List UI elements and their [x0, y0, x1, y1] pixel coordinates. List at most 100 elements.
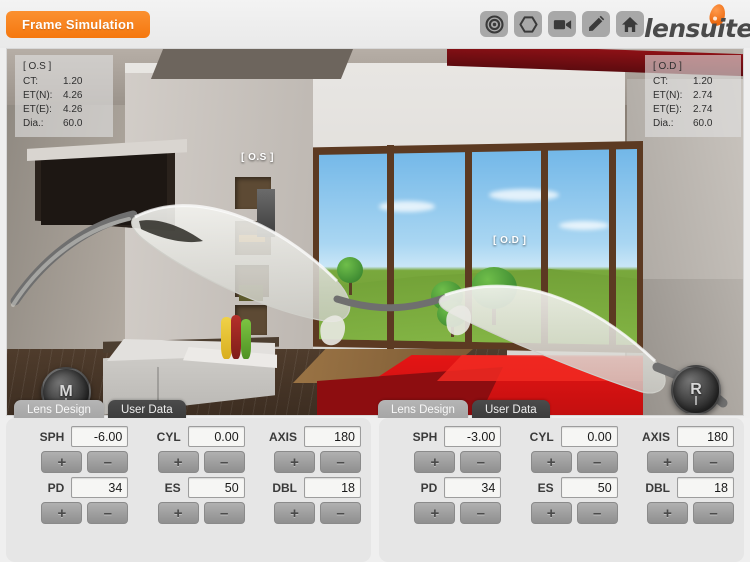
hud-left-title: [ O.S ] — [23, 61, 52, 72]
brand-logo: lensuite — [644, 2, 750, 46]
hud-key: CT: — [23, 76, 38, 87]
field-value-sph-left[interactable]: -6.00 — [71, 426, 129, 447]
pd-left-decrement-button[interactable]: – — [87, 502, 129, 524]
field-label: PD — [420, 480, 438, 495]
hud-value: 1.20 — [63, 76, 83, 87]
scene-window-mullion — [609, 145, 616, 349]
sph-left-decrement-button[interactable]: – — [87, 451, 129, 473]
axis-left-decrement-button[interactable]: – — [319, 451, 361, 473]
sph-right-decrement-button[interactable]: – — [460, 451, 502, 473]
hud-left-row: ET(N): 4.26 — [23, 89, 105, 103]
hud-left-row: ET(E): 4.26 — [23, 103, 105, 117]
tab-left-lens-design[interactable]: Lens Design — [14, 400, 104, 420]
hud-value: 1.20 — [693, 76, 713, 87]
field-value-axis-left[interactable]: 180 — [303, 426, 361, 447]
hud-value: 2.74 — [693, 90, 713, 101]
video-camera-icon — [553, 19, 571, 29]
es-left-decrement-button[interactable]: – — [203, 502, 245, 524]
dbl-right-decrement-button[interactable]: – — [692, 502, 734, 524]
field-pd-left: PD 34 + – — [14, 477, 130, 525]
knob-right-reading[interactable]: R — [671, 365, 721, 415]
es-right-decrement-button[interactable]: – — [576, 502, 618, 524]
tab-right-user-data[interactable]: User Data — [471, 400, 550, 420]
field-value-pd-left[interactable]: 34 — [71, 477, 129, 498]
field-value-axis-right[interactable]: 180 — [676, 426, 734, 447]
field-sph-left: SPH -6.00 + – — [14, 426, 130, 474]
field-label: AXIS — [641, 429, 670, 444]
field-value-cyl-right[interactable]: 0.00 — [560, 426, 618, 447]
app-root: Frame Simulation lensuite [O.S] CT: 1.… — [0, 0, 750, 562]
field-value-dbl-left[interactable]: 18 — [303, 477, 361, 498]
hud-right-row: ET(N): 2.74 — [653, 89, 733, 103]
hud-value: 60.0 — [693, 118, 713, 129]
axis-right-increment-button[interactable]: + — [646, 451, 688, 473]
tabs-left: Lens Design User Data — [14, 400, 186, 420]
panel-left-row-2: PD 34 + – ES 50 + – DBL 18 + – — [14, 477, 363, 525]
field-pd-right: PD 34 + – — [387, 477, 503, 525]
panel-left-row-1: SPH -6.00 + – CYL 0.00 + – AXIS 180 + – — [14, 426, 363, 474]
cyl-left-decrement-button[interactable]: – — [203, 451, 245, 473]
field-es-left: ES 50 + – — [130, 477, 246, 525]
field-value-pd-right[interactable]: 34 — [444, 477, 502, 498]
field-es-right: ES 50 + – — [503, 477, 619, 525]
hud-key: ET(E): — [23, 104, 52, 115]
field-axis-left: AXIS 180 + – — [247, 426, 363, 474]
hud-value: 4.26 — [63, 104, 83, 115]
field-value-es-left[interactable]: 50 — [187, 477, 245, 498]
field-value-es-right[interactable]: 50 — [560, 477, 618, 498]
axis-right-decrement-button[interactable]: – — [692, 451, 734, 473]
dbl-right-increment-button[interactable]: + — [646, 502, 688, 524]
pencil-icon — [589, 15, 605, 31]
target-icon-button[interactable] — [480, 11, 508, 37]
field-label: DBL — [645, 480, 670, 495]
scene-window-view — [319, 149, 637, 345]
tab-left-user-data[interactable]: User Data — [107, 400, 186, 420]
panel-right-eye: SPH -3.00 + – CYL 0.00 + – AXIS 180 + – PD 34 +… — [379, 418, 744, 562]
scene-vase — [241, 319, 251, 359]
field-label: SPH — [412, 429, 438, 444]
scene-ceiling-beam — [150, 49, 354, 79]
field-value-dbl-right[interactable]: 18 — [676, 477, 734, 498]
field-cyl-left: CYL 0.00 + – — [130, 426, 246, 474]
scene-window-mullion — [541, 145, 548, 349]
hud-right-title: [ O.D ] — [653, 61, 682, 72]
scene-wall-picture — [257, 189, 275, 237]
field-cyl-right: CYL 0.00 + – — [503, 426, 619, 474]
frame-simulation-viewport[interactable]: [ O.S ] CT: 1.20 ET(N): 4.26 ET(E): 4.26 Di… — [6, 48, 744, 416]
brand-name: lensuite — [644, 14, 750, 43]
dbl-left-increment-button[interactable]: + — [273, 502, 315, 524]
hud-key: ET(E): — [653, 104, 682, 115]
axis-left-increment-button[interactable]: + — [273, 451, 315, 473]
hud-key: Dia.: — [23, 118, 44, 129]
dbl-left-decrement-button[interactable]: – — [319, 502, 361, 524]
field-label: SPH — [39, 429, 65, 444]
field-label: ES — [164, 480, 181, 495]
tabs-right: Lens Design User Data — [378, 400, 550, 420]
cyl-left-increment-button[interactable]: + — [157, 451, 199, 473]
sph-left-increment-button[interactable]: + — [41, 451, 83, 473]
es-left-increment-button[interactable]: + — [157, 502, 199, 524]
pencil-icon-button[interactable] — [582, 11, 610, 37]
parameter-panels: SPH -6.00 + – CYL 0.00 + – AXIS 180 + – PD 34 +… — [0, 418, 750, 562]
cyl-right-increment-button[interactable]: + — [530, 451, 572, 473]
tab-right-lens-design[interactable]: Lens Design — [378, 400, 468, 420]
hud-left-row: CT: 1.20 — [23, 75, 105, 89]
field-value-cyl-left[interactable]: 0.00 — [187, 426, 245, 447]
cyl-right-decrement-button[interactable]: – — [576, 451, 618, 473]
pd-right-increment-button[interactable]: + — [414, 502, 456, 524]
video-camera-icon-button[interactable] — [548, 11, 576, 37]
home-icon-button[interactable] — [616, 11, 644, 37]
hud-right-row: Dia.: 60.0 — [653, 117, 733, 131]
frame-simulation-button[interactable]: Frame Simulation — [6, 10, 151, 38]
pd-left-increment-button[interactable]: + — [41, 502, 83, 524]
hexagon-icon-button[interactable] — [514, 11, 542, 37]
hud-key: ET(N): — [653, 90, 683, 101]
hexagon-icon — [518, 15, 538, 33]
sph-right-increment-button[interactable]: + — [414, 451, 456, 473]
field-label: PD — [47, 480, 65, 495]
field-value-sph-right[interactable]: -3.00 — [444, 426, 502, 447]
pd-right-decrement-button[interactable]: – — [460, 502, 502, 524]
hud-key: CT: — [653, 76, 668, 87]
app-header: Frame Simulation lensuite — [0, 0, 750, 48]
es-right-increment-button[interactable]: + — [530, 502, 572, 524]
